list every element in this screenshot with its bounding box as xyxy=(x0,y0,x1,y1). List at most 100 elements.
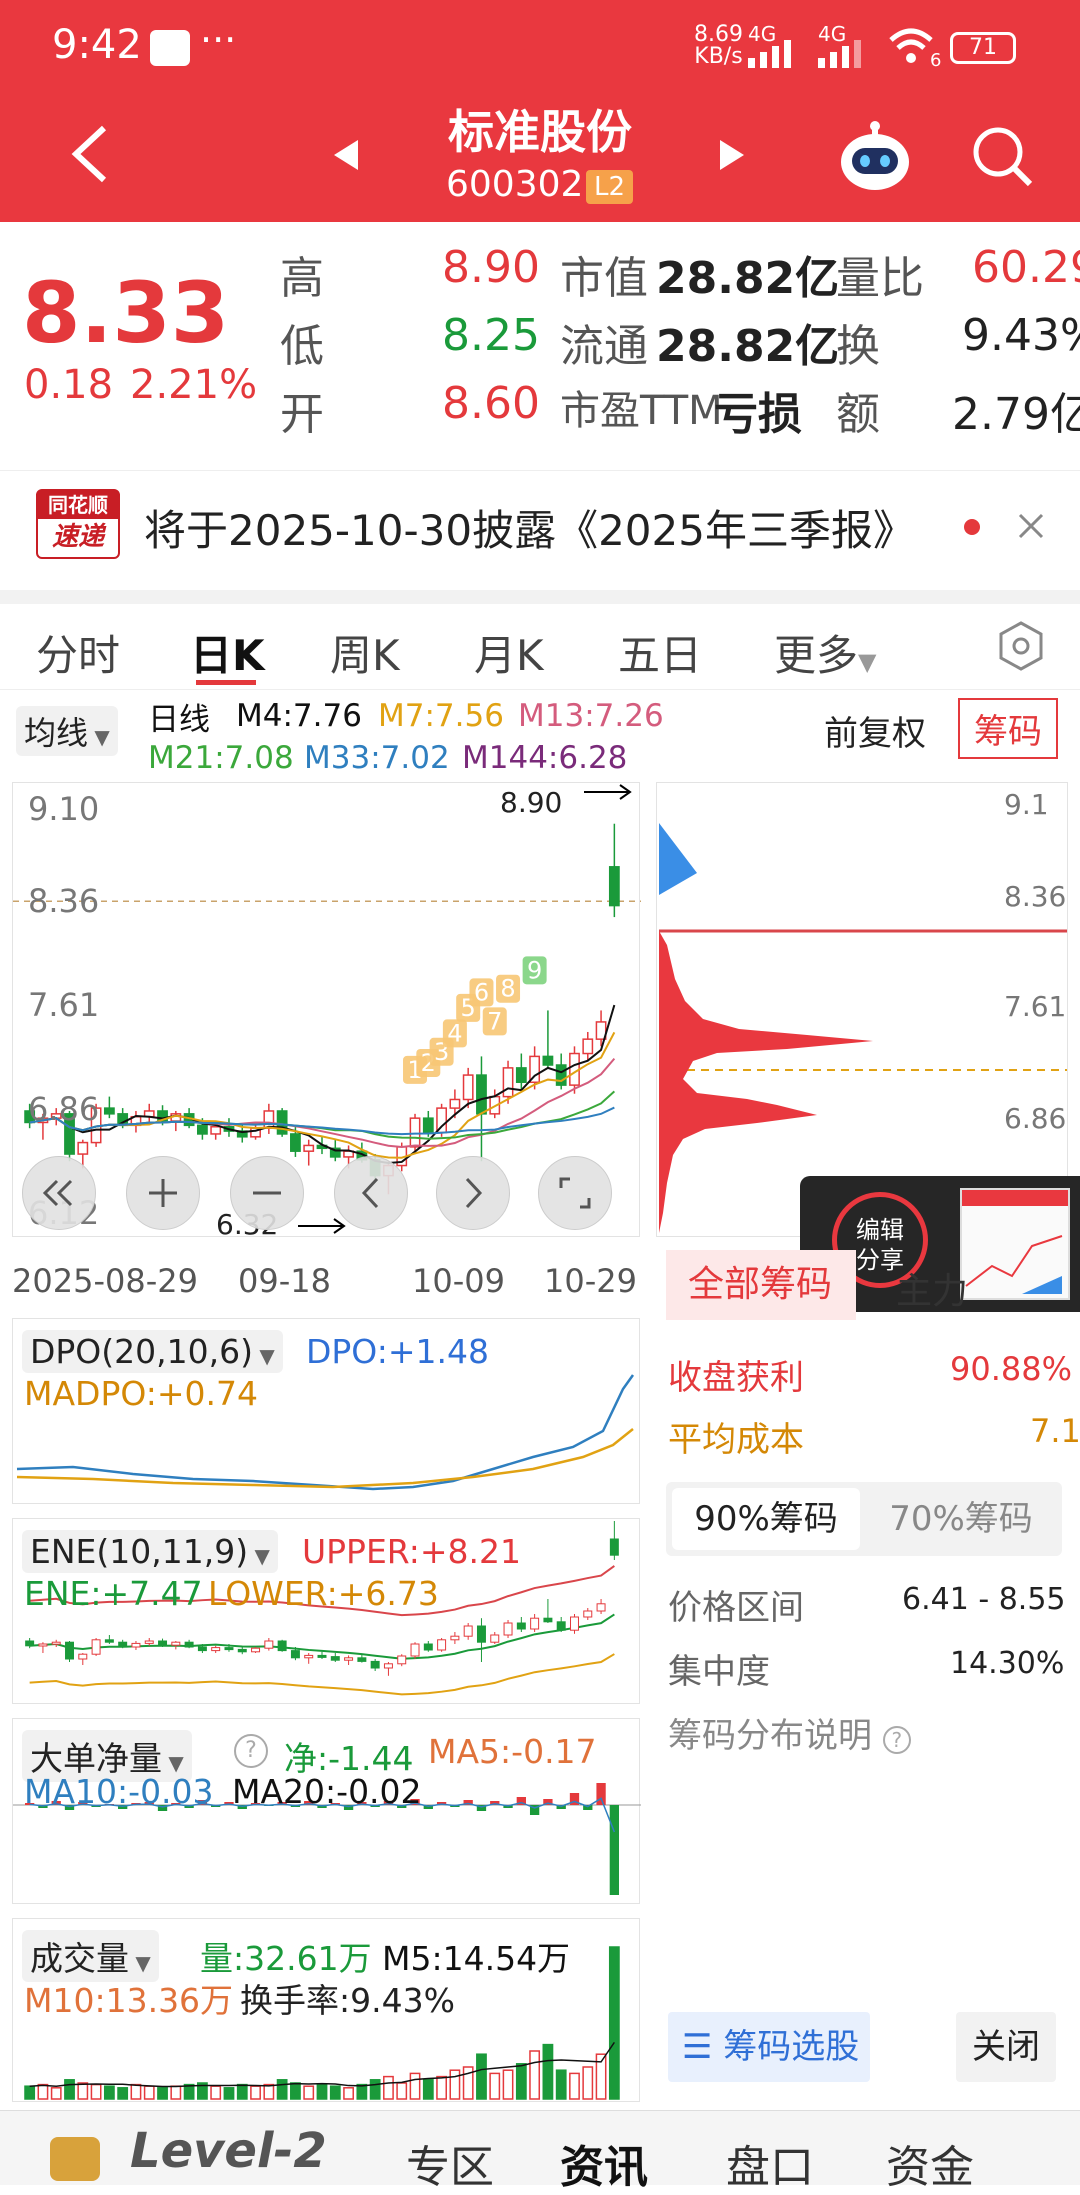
chip-close-button[interactable]: 关闭 xyxy=(956,2012,1056,2082)
ene-candle xyxy=(91,1639,101,1655)
help-icon[interactable]: ? xyxy=(234,1734,268,1768)
stock-code: 600302 xyxy=(446,164,584,205)
scroll-start-button[interactable] xyxy=(22,1156,96,1230)
volume-bar xyxy=(316,2083,328,2100)
float-value: 28.82亿 xyxy=(656,321,840,372)
volume-ma10-value: M10:13.36万 xyxy=(24,1981,234,2020)
mcap-value: 28.82亿 xyxy=(656,253,840,304)
close-icon[interactable] xyxy=(1016,511,1046,541)
ene-candle xyxy=(25,1640,35,1647)
level2-entry[interactable]: Level-2 xyxy=(130,2123,327,2179)
ene-candle xyxy=(490,1634,500,1643)
concentration-label: 集中度 xyxy=(668,1652,770,1692)
tab-five-day[interactable]: 五日 xyxy=(618,622,702,683)
ene-candle xyxy=(51,1641,61,1645)
candle xyxy=(449,1098,461,1109)
sequence-marker: 8 xyxy=(500,975,515,1003)
ene-candle xyxy=(609,1538,619,1556)
level2-badge: L2 xyxy=(586,170,634,204)
chevron-left-icon xyxy=(361,1177,379,1209)
notice-banner[interactable]: 同花顺 速递 将于2025-10-30披露《2025年三季报》 xyxy=(0,470,1080,578)
ene-candle xyxy=(570,1616,579,1631)
volume-bar xyxy=(542,2043,554,2100)
candle xyxy=(103,1107,115,1115)
chevron-right-icon xyxy=(465,1177,483,1209)
prev-stock-icon[interactable] xyxy=(332,138,360,172)
volume-bar xyxy=(236,2083,248,2100)
chip-y-label: 9.1 xyxy=(1004,788,1049,821)
kline-period-label: 日线 xyxy=(148,702,210,738)
bottom-nav-item[interactable]: 资金 xyxy=(886,2131,974,2195)
ene-candle xyxy=(251,1647,261,1653)
period-tabs: 分时 日K 周K 月K 五日 更多▼ xyxy=(0,590,1080,690)
tab-more[interactable]: 更多▼ xyxy=(774,622,876,683)
volume-bar xyxy=(64,2079,75,2100)
bottom-nav-item[interactable]: 资讯 xyxy=(560,2131,648,2195)
ene-candle xyxy=(224,1647,234,1651)
bottom-nav-item[interactable]: 专区 xyxy=(406,2131,494,2195)
tab-weekly-k[interactable]: 周K xyxy=(330,622,400,683)
robot-assistant-icon[interactable] xyxy=(838,118,912,192)
ene-candle xyxy=(264,1640,274,1649)
ma-selector-dropdown[interactable]: 均线 ▼ xyxy=(16,706,118,756)
volume-bar xyxy=(449,2069,461,2100)
price-change-pct: 2.21% xyxy=(130,362,258,408)
unread-dot xyxy=(964,519,980,535)
scroll-right-button[interactable] xyxy=(436,1156,510,1230)
tab-intraday[interactable]: 分时 xyxy=(36,622,120,683)
volume-ratio-value: 60.29 xyxy=(972,242,1080,293)
volume-bar xyxy=(103,2085,115,2100)
scroll-left-button[interactable] xyxy=(334,1156,408,1230)
search-icon[interactable] xyxy=(970,124,1034,188)
tab-70-chips[interactable]: 70%筹码 xyxy=(866,1488,1056,1550)
chip-y-label: 8.36 xyxy=(1004,880,1067,913)
adjust-mode[interactable]: 前复权 xyxy=(824,706,926,755)
volume-bar xyxy=(343,2087,354,2100)
volume-bar xyxy=(608,1946,620,2100)
tab-monthly-k[interactable]: 月K xyxy=(474,622,544,683)
candle xyxy=(276,1110,288,1135)
volume-bar xyxy=(37,2083,49,2100)
ene-candle xyxy=(503,1622,513,1636)
ma5-value: MA5:-0.17 xyxy=(428,1732,597,1771)
screenshot-thumbnail[interactable] xyxy=(960,1188,1070,1300)
zoom-in-button[interactable] xyxy=(126,1156,200,1230)
dpo-indicator-selector[interactable]: DPO(20,10,6) ▼ xyxy=(22,1330,283,1373)
zoom-out-button[interactable] xyxy=(230,1156,304,1230)
ene-candle xyxy=(197,1646,207,1652)
tab-main-force-chips[interactable]: 主力 xyxy=(896,1262,968,1314)
ene-candle xyxy=(158,1640,168,1646)
back-arrow-icon[interactable] xyxy=(70,124,110,184)
volume-bar xyxy=(515,2063,527,2100)
ene-candle xyxy=(118,1641,128,1648)
tab-90-chips[interactable]: 90%筹码 xyxy=(672,1488,860,1550)
ene-candle xyxy=(144,1640,154,1644)
settings-hexagon-icon[interactable] xyxy=(996,620,1046,672)
chips-toggle-button[interactable]: 筹码 xyxy=(958,698,1058,759)
x-date-label: 10-09 xyxy=(412,1262,505,1300)
chip-explain-link[interactable]: 筹码分布说明 ? xyxy=(668,1708,911,1757)
volume-bar xyxy=(250,2085,261,2100)
next-stock-icon[interactable] xyxy=(718,138,746,172)
volume-bar xyxy=(396,2082,408,2100)
ene-candle xyxy=(38,1643,48,1647)
volume-bar xyxy=(303,2085,315,2100)
signal-icon xyxy=(748,40,791,68)
float-label: 流通 xyxy=(560,321,648,372)
chip-stock-select-button[interactable]: ☰ 筹码选股 xyxy=(668,2012,870,2082)
tab-all-chips[interactable]: 全部筹码 xyxy=(666,1250,856,1320)
status-bar: 9:42 ··· 8.69 KB/s 4G 4G 6 71 xyxy=(0,0,1080,100)
fullscreen-button[interactable] xyxy=(538,1156,612,1230)
ene-candle xyxy=(596,1603,606,1612)
ene-indicator-selector[interactable]: ENE(10,11,9) ▼ xyxy=(22,1530,278,1573)
tab-daily-k[interactable]: 日K xyxy=(190,622,265,683)
ene-lower-line xyxy=(29,1653,615,1696)
volume-bar xyxy=(502,2069,514,2100)
avg-cost-value: 7.16 xyxy=(1030,1412,1080,1450)
ene-candle xyxy=(344,1657,354,1661)
low-label: 低 xyxy=(280,321,324,372)
plus-icon xyxy=(149,1179,177,1207)
bottom-nav-item[interactable]: 盘口 xyxy=(726,2131,814,2195)
ma21-value: M21:7.08 xyxy=(148,740,294,776)
candle xyxy=(210,1126,222,1135)
